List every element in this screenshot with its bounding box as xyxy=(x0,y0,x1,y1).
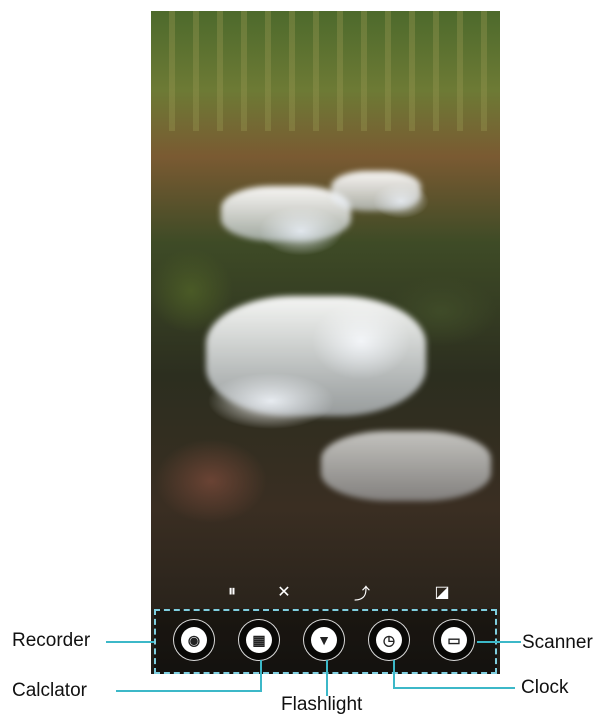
callout-line-recorder xyxy=(106,641,154,643)
callout-line-calculator-v xyxy=(260,660,262,692)
path-icon[interactable]: ⤴ xyxy=(351,581,373,603)
flashlight-icon: ▼ xyxy=(311,627,337,653)
scanner-button[interactable]: ▭ xyxy=(433,619,475,661)
callout-line-calculator-h xyxy=(116,690,262,692)
callout-line-clock-v xyxy=(393,660,395,688)
label-flashlight: Flashlight xyxy=(281,694,363,715)
scanner-icon: ▭ xyxy=(441,627,467,653)
clock-icon: ◷ xyxy=(376,627,402,653)
waterfall-lower xyxy=(321,431,491,501)
callout-line-scanner xyxy=(477,641,521,643)
screenshot-icon[interactable]: ◪ xyxy=(431,581,453,603)
calculator-icon: ▦ xyxy=(246,627,272,653)
label-clock: Clock xyxy=(521,677,569,698)
callout-line-flashlight xyxy=(326,660,328,696)
clock-button[interactable]: ◷ xyxy=(368,619,410,661)
flashlight-button[interactable]: ▼ xyxy=(303,619,345,661)
callout-line-clock-h xyxy=(393,687,515,689)
waterfall-top xyxy=(331,171,421,211)
recorder-button[interactable]: ◉ xyxy=(173,619,215,661)
phone-screen: ⏸ ✕ ⤴ ◪ xyxy=(151,11,500,674)
label-scanner: Scanner xyxy=(522,632,593,653)
label-calculator: Calclator xyxy=(12,680,87,701)
calculator-button[interactable]: ▦ xyxy=(238,619,280,661)
waterfall-main xyxy=(206,296,426,416)
close-icon[interactable]: ✕ xyxy=(273,581,295,603)
waveform-icon: ◉ xyxy=(181,627,207,653)
wallpaper-trees xyxy=(151,11,500,131)
quick-controls-row: ⏸ ✕ ⤴ ◪ xyxy=(151,577,500,607)
label-recorder: Recorder xyxy=(12,630,91,651)
pause-icon[interactable]: ⏸ xyxy=(221,581,243,603)
